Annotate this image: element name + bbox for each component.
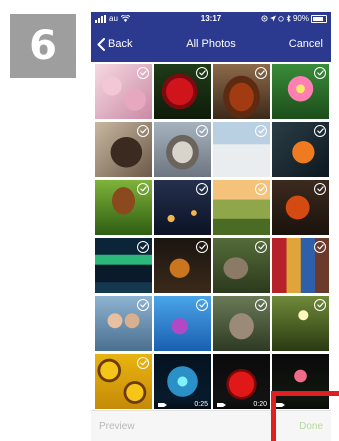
checkmark-circle-icon bbox=[255, 299, 267, 311]
photo-thumbnail[interactable]: 0:20 bbox=[213, 354, 270, 409]
back-label: Back bbox=[108, 38, 133, 50]
checkmark-circle-icon bbox=[137, 357, 149, 369]
checkmark-circle-icon bbox=[255, 67, 267, 79]
checkmark-circle-icon bbox=[137, 125, 149, 137]
checkmark-circle-icon bbox=[137, 299, 149, 311]
checkmark-circle-icon bbox=[255, 125, 267, 137]
photo-thumbnail[interactable] bbox=[272, 296, 329, 351]
step-number-badge: 6 bbox=[10, 14, 76, 78]
status-bar: au 13:17 90% bbox=[91, 12, 331, 26]
photo-thumbnail[interactable] bbox=[213, 180, 270, 235]
video-duration: 0:20 bbox=[253, 401, 267, 408]
checkmark-circle-icon bbox=[137, 241, 149, 253]
checkmark-circle-icon bbox=[196, 241, 208, 253]
checkmark-circle-icon bbox=[314, 241, 326, 253]
photo-thumbnail[interactable]: 0:25 bbox=[154, 354, 211, 409]
photo-thumbnail[interactable] bbox=[154, 296, 211, 351]
battery-percent: 90% bbox=[292, 14, 309, 23]
checkmark-circle-icon bbox=[314, 67, 326, 79]
video-camera-icon bbox=[217, 403, 226, 407]
checkmark-circle-icon bbox=[137, 183, 149, 195]
bottom-toolbar: Preview Done bbox=[91, 410, 331, 441]
photo-thumbnail[interactable] bbox=[213, 122, 270, 177]
preview-button[interactable]: Preview bbox=[99, 411, 135, 441]
photo-thumbnail[interactable] bbox=[95, 296, 152, 351]
photo-grid: 0:25 0:20 bbox=[91, 62, 331, 410]
photo-thumbnail[interactable] bbox=[213, 64, 270, 119]
phone-screen: au 13:17 90% Back All Photos Cancel 0:25… bbox=[91, 12, 331, 441]
photo-thumbnail[interactable] bbox=[272, 122, 329, 177]
checkmark-circle-icon bbox=[255, 241, 267, 253]
cancel-button[interactable]: Cancel bbox=[289, 26, 323, 62]
video-camera-icon bbox=[158, 403, 167, 407]
photo-thumbnail[interactable] bbox=[213, 296, 270, 351]
video-camera-icon bbox=[276, 403, 285, 407]
checkmark-circle-icon bbox=[196, 299, 208, 311]
photo-thumbnail[interactable] bbox=[154, 122, 211, 177]
checkmark-circle-icon bbox=[196, 125, 208, 137]
photo-thumbnail[interactable] bbox=[213, 238, 270, 293]
video-info-bar bbox=[272, 398, 329, 409]
location-icon bbox=[269, 15, 276, 22]
checkmark-circle-icon bbox=[137, 67, 149, 79]
checkmark-circle-icon bbox=[314, 299, 326, 311]
photo-thumbnail[interactable] bbox=[154, 64, 211, 119]
checkmark-circle-icon bbox=[196, 183, 208, 195]
battery-icon bbox=[311, 14, 327, 23]
photo-thumbnail[interactable] bbox=[95, 180, 152, 235]
video-info-bar: 0:25 bbox=[154, 398, 211, 409]
back-button[interactable]: Back bbox=[97, 26, 132, 62]
photo-thumbnail[interactable] bbox=[272, 354, 329, 409]
done-button[interactable]: Done bbox=[299, 411, 323, 441]
photo-thumbnail[interactable] bbox=[154, 180, 211, 235]
checkmark-circle-icon bbox=[314, 183, 326, 195]
navigation-bar: Back All Photos Cancel bbox=[91, 26, 331, 62]
video-duration: 0:25 bbox=[194, 401, 208, 408]
video-info-bar: 0:20 bbox=[213, 398, 270, 409]
alarm-icon bbox=[278, 16, 284, 22]
checkmark-circle-icon bbox=[314, 125, 326, 137]
orientation-lock-icon bbox=[261, 15, 268, 22]
highlight-marker bbox=[271, 391, 339, 396]
highlight-marker-stem bbox=[271, 391, 276, 441]
chevron-left-icon bbox=[97, 37, 105, 51]
checkmark-circle-icon bbox=[255, 183, 267, 195]
step-number: 6 bbox=[29, 23, 57, 69]
photo-thumbnail[interactable] bbox=[272, 180, 329, 235]
photo-thumbnail[interactable] bbox=[95, 354, 152, 409]
photo-thumbnail[interactable] bbox=[272, 64, 329, 119]
photo-thumbnail[interactable] bbox=[95, 64, 152, 119]
photo-thumbnail[interactable] bbox=[154, 238, 211, 293]
photo-thumbnail[interactable] bbox=[95, 122, 152, 177]
checkmark-circle-icon bbox=[196, 67, 208, 79]
photo-thumbnail[interactable] bbox=[272, 238, 329, 293]
photo-thumbnail[interactable] bbox=[95, 238, 152, 293]
bluetooth-icon bbox=[286, 15, 291, 22]
